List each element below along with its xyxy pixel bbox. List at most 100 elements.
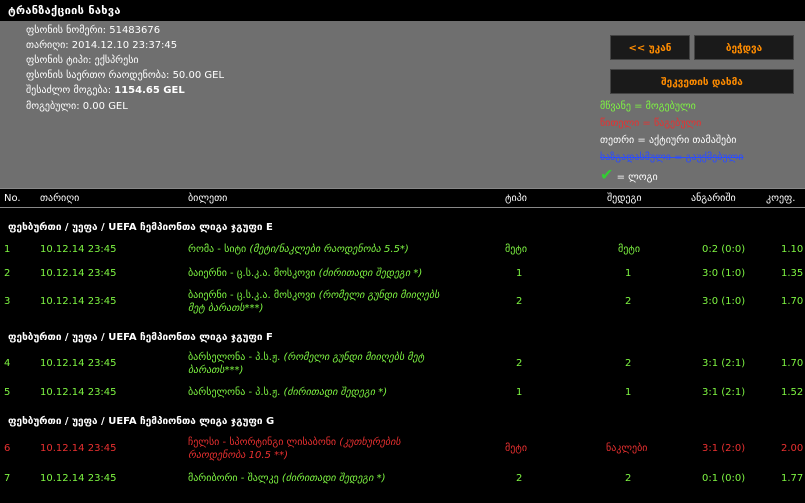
row-bet: ნაკლები xyxy=(606,443,648,454)
row-event-detail: (ძირითადი შედეგი *) xyxy=(281,473,386,484)
legend-check-label: = ლოგი xyxy=(616,172,658,183)
row-event-detail-cont: ბარათს***) xyxy=(188,365,243,376)
header-odds: კოეფ. xyxy=(766,193,796,204)
row-score: 3:0 (1:0) xyxy=(702,268,746,279)
legend-check: ✔ = ლოგი xyxy=(600,165,658,184)
row-date: 10.12.14 23:45 xyxy=(40,244,117,255)
row-event-detail2: რაოდენობა 10.5 **) xyxy=(188,450,289,461)
header-bet: შედეგი xyxy=(607,193,642,204)
row-event-name: რომა - სიტი xyxy=(188,244,247,255)
row-event: რომა - სიტი (მეტი/ნაკლები რაოდენობა 5.5*… xyxy=(188,244,409,255)
possible-win-label: შესაძლო მოგება: xyxy=(26,85,112,96)
row-event-name: ჩელსი - სპორტინგი ლისაბონი xyxy=(188,437,337,448)
row-event-detail: (ძირითადი შედეგი *) xyxy=(318,268,423,279)
slip-info-panel: ფსონის ნომერი: 51483676 თარიღი: 2014.12.… xyxy=(0,21,805,188)
row-no: 3 xyxy=(4,296,11,307)
row-no: 6 xyxy=(4,443,11,454)
slip-date: თარიღი: 2014.12.10 23:37:45 xyxy=(26,40,178,51)
row-bet: 2 xyxy=(625,296,632,307)
row-event: ბაიერნი - ც.ს.კ.ა. მოსკოვი (ძირითადი შედ… xyxy=(188,268,422,279)
slip-total-amount: ფსონის საერთო რაოდენობა: 50.00 GEL xyxy=(26,70,225,81)
row-score: 0:1 (0:0) xyxy=(702,473,746,484)
row-type: 1 xyxy=(516,268,523,279)
row-type: მეტი xyxy=(505,244,528,255)
row-event-detail: (ძირითადი შედეგი *) xyxy=(283,387,388,398)
row-event: ბარსელონა - პ.ს.ჟ. (ძირითადი შედეგი *) xyxy=(188,387,387,398)
row-bet: 2 xyxy=(625,473,632,484)
group-title: ფეხბურთი / უეფა / UEFA ჩემპიონთა ლიგა ჯგ… xyxy=(8,222,273,233)
row-event-detail: (მეტი/ნაკლები რაოდენობა 5.5*) xyxy=(249,244,409,255)
row-event-detail-cont: მეტ ბარათს***) xyxy=(188,303,263,314)
possible-win-value: 1154.65 GEL xyxy=(114,85,185,96)
legend-blue: ხაზგადასმული = გაუქმებული xyxy=(600,152,744,163)
row-type: მეტი xyxy=(505,443,528,454)
page-title: ტრანზაქციის ნახვა xyxy=(8,4,121,17)
row-odds: 1.70 xyxy=(781,296,804,307)
row-event-name: ბაიერნი - ც.ს.კ.ა. მოსკოვი xyxy=(188,290,316,301)
row-no: 1 xyxy=(4,244,11,255)
reorder-button[interactable]: შეკვეთის დახმა xyxy=(610,69,794,94)
header-score: ანგარიში xyxy=(691,193,736,204)
row-date: 10.12.14 23:45 xyxy=(40,268,117,279)
row-event: ბარსელონა - პ.ს.ჟ. (რომელი გუნდი მიიღებს… xyxy=(188,352,424,363)
row-score: 0:2 (0:0) xyxy=(702,244,746,255)
table-header: No. თარიღი ბილეთი ტიპი შედეგი ანგარიში კ… xyxy=(0,188,805,208)
row-type: 2 xyxy=(516,296,523,307)
row-event-detail-cont: რაოდენობა 10.5 **) xyxy=(188,450,288,461)
row-no: 2 xyxy=(4,268,11,279)
row-date: 10.12.14 23:45 xyxy=(40,296,117,307)
row-date: 10.12.14 23:45 xyxy=(40,443,117,454)
row-bet: 1 xyxy=(625,268,632,279)
header-no: No. xyxy=(4,193,21,204)
row-no: 4 xyxy=(4,358,11,369)
row-odds: 1.52 xyxy=(781,387,804,398)
slip-won: მოგებული: 0.00 GEL xyxy=(26,101,128,112)
row-event: ბაიერნი - ც.ს.კ.ა. მოსკოვი (რომელი გუნდი… xyxy=(188,290,439,301)
row-event-detail: (რომელი გუნდი მიიღებს xyxy=(318,290,440,301)
back-button[interactable]: << უკან xyxy=(610,35,690,60)
slip-number: ფსონის ნომერი: 51483676 xyxy=(26,25,161,36)
row-event-detail: (რომელი გუნდი მიიღებს მეტ xyxy=(283,352,425,363)
row-date: 10.12.14 23:45 xyxy=(40,473,117,484)
row-event: ჩელსი - სპორტინგი ლისაბონი (კუთხურების xyxy=(188,437,401,448)
group-title: ფეხბურთი / უეფა / UEFA ჩემპიონთა ლიგა ჯგ… xyxy=(8,416,275,427)
row-date: 10.12.14 23:45 xyxy=(40,387,117,398)
row-score: 3:0 (1:0) xyxy=(702,296,746,307)
row-type: 2 xyxy=(516,358,523,369)
row-odds: 1.77 xyxy=(781,473,804,484)
row-score: 3:1 (2:0) xyxy=(702,443,746,454)
row-type: 1 xyxy=(516,387,523,398)
group-title: ფეხბურთი / უეფა / UEFA ჩემპიონთა ლიგა ჯგ… xyxy=(8,332,273,343)
row-no: 7 xyxy=(4,473,11,484)
legend-green: მწვანე = მოგებული xyxy=(600,101,696,112)
row-event-name: ბაიერნი - ც.ს.კ.ა. მოსკოვი xyxy=(188,268,316,279)
header-event: ბილეთი xyxy=(188,193,228,204)
legend-red: წითელი = წაგებული xyxy=(600,118,702,129)
row-odds: 1.35 xyxy=(781,268,804,279)
row-bet: 1 xyxy=(625,387,632,398)
row-bet: 2 xyxy=(625,358,632,369)
print-button[interactable]: ბეჭდვა xyxy=(694,35,794,60)
row-odds: 2.00 xyxy=(781,443,804,454)
row-event-name: ბარსელონა - პ.ს.ჟ. xyxy=(188,387,281,398)
checkmark-icon: ✔ xyxy=(600,165,614,184)
legend-white: თეთრი = აქტიური თამაშები xyxy=(600,135,737,146)
slip-type: ფსონის ტიპი: ექსპრესი xyxy=(26,55,139,66)
row-no: 5 xyxy=(4,387,11,398)
row-score: 3:1 (2:1) xyxy=(702,387,746,398)
row-event-detail: (კუთხურების xyxy=(339,437,401,448)
row-event: მარიბორი - შალკე (ძირითადი შედეგი *) xyxy=(188,473,385,484)
row-event-detail2: ბარათს***) xyxy=(188,365,244,376)
row-type: 2 xyxy=(516,473,523,484)
header-type: ტიპი xyxy=(505,193,527,204)
title-bar: ტრანზაქციის ნახვა xyxy=(0,0,805,22)
row-score: 3:1 (2:1) xyxy=(702,358,746,369)
row-event-detail2: მეტ ბარათს***) xyxy=(188,303,264,314)
row-event-name: ბარსელონა - პ.ს.ჟ. xyxy=(188,352,281,363)
row-date: 10.12.14 23:45 xyxy=(40,358,117,369)
header-date: თარიღი xyxy=(40,193,80,204)
row-bet: მეტი xyxy=(618,244,641,255)
row-odds: 1.10 xyxy=(781,244,804,255)
row-event-name: მარიბორი - შალკე xyxy=(188,473,279,484)
slip-possible-win: შესაძლო მოგება: 1154.65 GEL xyxy=(26,85,185,96)
